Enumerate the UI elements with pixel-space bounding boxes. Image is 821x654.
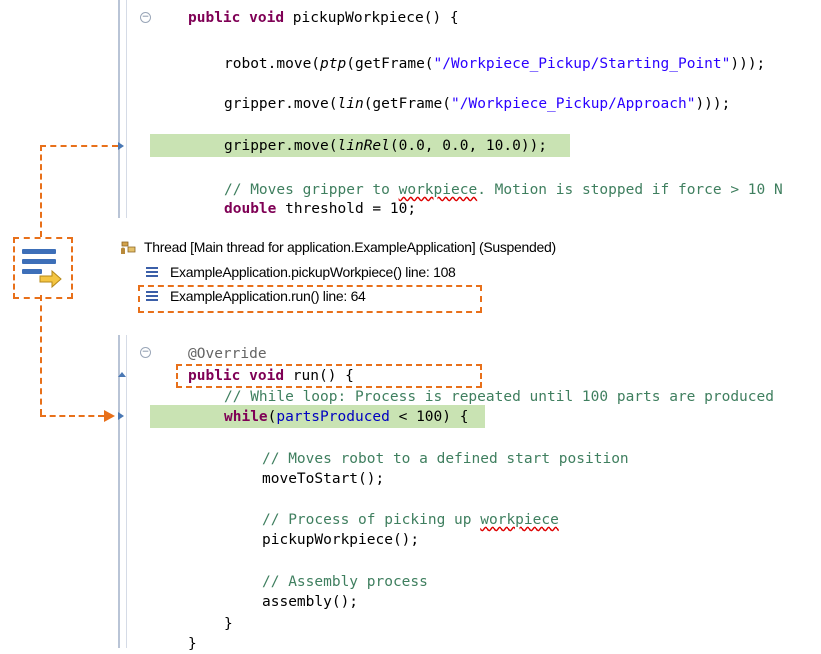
code-line-current: while(partsProduced < 100) { [224, 409, 469, 425]
callout-box-run-frame [138, 285, 482, 313]
callout-connector [40, 145, 118, 147]
callout-arrow-icon [104, 410, 115, 422]
override-marker-icon [118, 372, 126, 377]
instruction-pointer-icon [118, 412, 124, 420]
callout-connector [40, 415, 104, 417]
fold-collapse-icon[interactable]: − [140, 347, 151, 358]
code-line: moveToStart(); [262, 471, 385, 487]
fold-collapse-icon[interactable]: − [140, 12, 151, 23]
code-annotation: @Override [188, 346, 267, 362]
stack-frame-pickup[interactable]: ExampleApplication.pickupWorkpiece() lin… [170, 264, 456, 280]
code-comment: // Moves gripper to workpiece. Motion is… [224, 182, 783, 198]
code-line-current: gripper.move(linRel(0.0, 0.0, 10.0)); [224, 138, 548, 154]
thread-icon [121, 241, 136, 254]
callout-connector [40, 145, 42, 237]
thread-label[interactable]: Thread [Main thread for application.Exam… [144, 239, 556, 255]
code-brace: } [188, 636, 197, 652]
editor-ruler-bottom [118, 335, 120, 648]
code-line: assembly(); [262, 594, 359, 610]
code-comment: // Assembly process [262, 574, 428, 590]
callout-box-run-method [176, 364, 482, 388]
instruction-pointer-icon [118, 142, 124, 150]
code-line: gripper.move(lin(getFrame("/Workpiece_Pi… [224, 96, 731, 112]
callout-box-icon [13, 237, 73, 299]
code-brace: } [224, 616, 233, 632]
stack-frame-icon [146, 267, 158, 277]
editor-ruler-top [118, 0, 120, 218]
code-comment: // While loop: Process is repeated until… [224, 389, 774, 405]
code-line: double threshold = 10; [224, 201, 417, 217]
code-line: pickupWorkpiece(); [262, 532, 420, 548]
code-line: public void pickupWorkpiece() { [188, 10, 459, 26]
code-comment: // Process of picking up workpiece [262, 512, 559, 528]
code-line: robot.move(ptp(getFrame("/Workpiece_Pick… [224, 56, 766, 72]
editor-ruler-top-inner [126, 0, 127, 218]
callout-connector [40, 295, 42, 415]
editor-ruler-bottom-inner [126, 335, 127, 648]
code-comment: // Moves robot to a defined start positi… [262, 451, 629, 467]
